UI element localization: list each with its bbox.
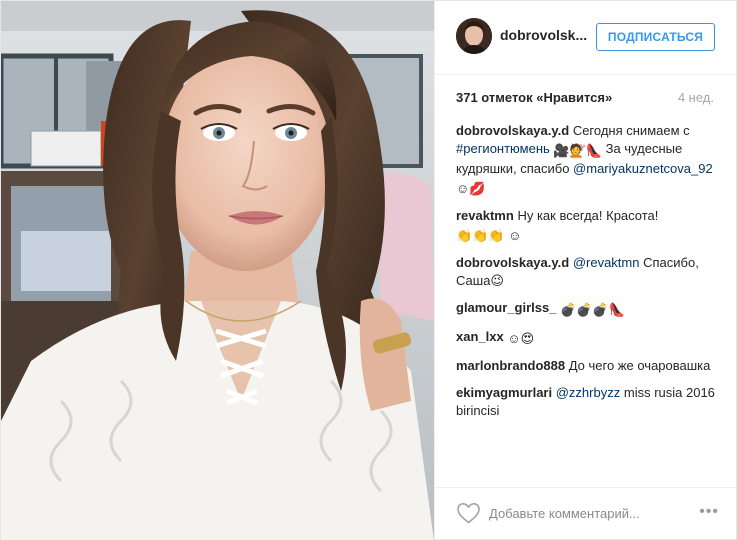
likes-count[interactable]: 371 отметок «Нравится»	[456, 90, 612, 105]
comment-emoji: 👏👏👏 ☺	[456, 228, 522, 243]
selfie-illustration	[1, 1, 434, 540]
comment-emoji: 💣💣💣👠	[560, 302, 625, 317]
comment-user-link[interactable]: marlonbrando888	[456, 358, 565, 373]
comment-user-link[interactable]: dobrovolskaya.y.d	[456, 255, 569, 270]
comment-emoji: 🎥💇👠	[553, 143, 602, 158]
heart-icon[interactable]	[456, 502, 481, 524]
hashtag-link[interactable]: #регионтюмень	[456, 141, 550, 156]
comment: xan_lxx ☺😍	[456, 328, 721, 348]
post-age[interactable]: 4 нед.	[678, 90, 714, 105]
mention-link[interactable]: @zzhrbyzz	[556, 385, 621, 400]
comment-text: До чего же очаровашка	[568, 358, 711, 373]
comment-user-link[interactable]: revaktmn	[456, 208, 514, 223]
caption-comment: dobrovolskaya.y.d Сегодня снимаем с #рег…	[456, 122, 721, 198]
comment: revaktmn Ну как всегда! Красота! 👏👏👏 ☺	[456, 207, 721, 245]
post-header: dobrovolsk... ПОДПИСАТЬСЯ	[435, 1, 737, 75]
avatar[interactable]	[456, 18, 492, 54]
comment: marlonbrando888 До чего же очаровашка	[456, 357, 721, 375]
comment-text: Ну как всегда! Красота!	[517, 208, 659, 223]
comment-emoji: ☺💋	[456, 181, 486, 196]
avatar-image	[456, 18, 492, 54]
comment: dobrovolskaya.y.d @revaktmn Спасибо, Саш…	[456, 254, 721, 290]
mention-link[interactable]: @mariyakuznetcova_92	[573, 161, 713, 176]
comment-emoji: ☺😍	[507, 331, 535, 346]
comment-text: Сегодня снимаем с	[572, 123, 690, 138]
post-sidebar: dobrovolsk... ПОДПИСАТЬСЯ 371 отметок «Н…	[434, 1, 737, 540]
more-options-icon[interactable]: •••	[699, 504, 719, 520]
comment: glamour_girlss_ 💣💣💣👠	[456, 299, 721, 319]
comment-user-link[interactable]: ekimyagmurlari	[456, 385, 552, 400]
add-comment-input[interactable]	[489, 501, 679, 525]
post-footer: •••	[435, 487, 737, 540]
comment-user-link[interactable]: dobrovolskaya.y.d	[456, 123, 569, 138]
username-link[interactable]: dobrovolsk...	[500, 27, 587, 43]
post-photo[interactable]	[1, 1, 434, 540]
mention-link[interactable]: @revaktmn	[573, 255, 640, 270]
comment-user-link[interactable]: glamour_girlss_	[456, 300, 556, 315]
instagram-post: dobrovolsk... ПОДПИСАТЬСЯ 371 отметок «Н…	[0, 0, 737, 540]
comment-user-link[interactable]: xan_lxx	[456, 329, 504, 344]
follow-button[interactable]: ПОДПИСАТЬСЯ	[596, 23, 715, 51]
comment: ekimyagmurlari @zzhrbyzz miss rusia 2016…	[456, 384, 721, 420]
comment-list: dobrovolskaya.y.d Сегодня снимаем с #рег…	[456, 122, 721, 429]
